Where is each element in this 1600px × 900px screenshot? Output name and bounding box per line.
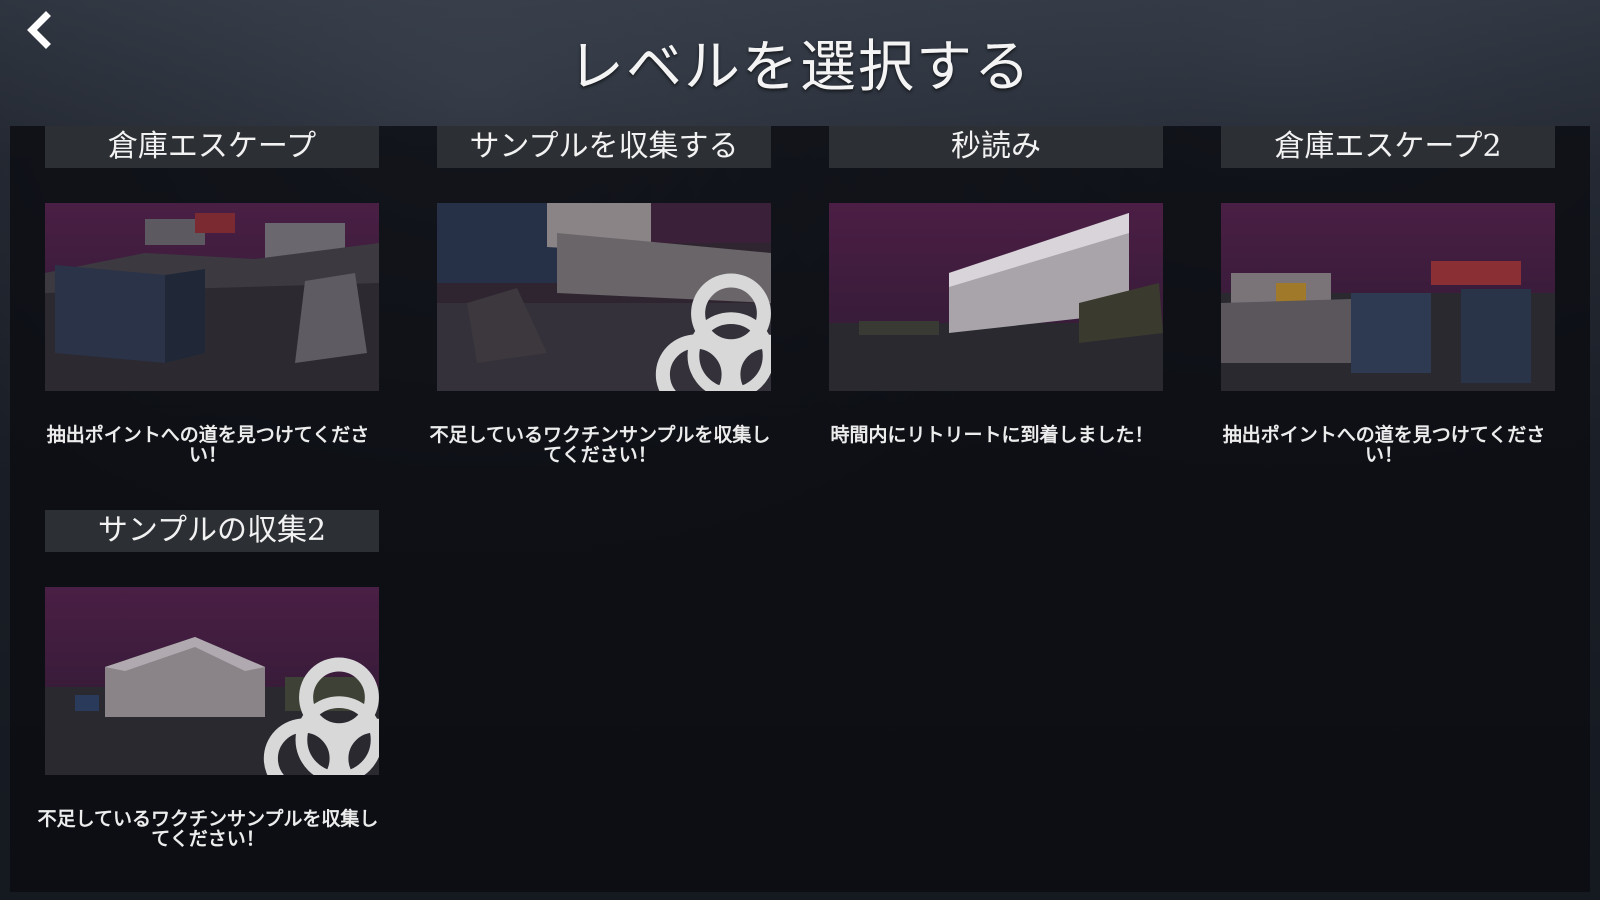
level-thumbnail xyxy=(829,203,1163,391)
level-card-collect-samples-2[interactable]: サンプルの収集2 不足しているワクチンサンプルを収集してください！ xyxy=(32,510,384,849)
level-card-warehouse-escape-2[interactable]: 倉庫エスケープ2 抽出ポイントへの道を見つけてください！ xyxy=(1208,126,1560,465)
level-select-screen: レベルを選択する 倉庫エスケープ 抽出ポイントへの道を見つけてください！ サンプ… xyxy=(0,0,1600,900)
level-thumbnail xyxy=(45,587,379,775)
level-title: 倉庫エスケープ2 xyxy=(1221,126,1555,168)
level-title: サンプルの収集2 xyxy=(45,510,379,552)
level-title: サンプルを収集する xyxy=(437,126,771,168)
level-grid-panel: 倉庫エスケープ 抽出ポイントへの道を見つけてください！ サンプルを収集する 不足… xyxy=(10,126,1590,892)
level-card-collect-samples[interactable]: サンプルを収集する 不足しているワクチンサンプルを収集してください！ xyxy=(424,126,776,465)
level-description: 不足しているワクチンサンプルを収集してください！ xyxy=(37,808,379,850)
level-thumbnail xyxy=(437,203,771,391)
level-thumbnail xyxy=(1221,203,1555,391)
level-description: 抽出ポイントへの道を見つけてください！ xyxy=(46,424,370,466)
level-card-countdown[interactable]: 秒読み 時間内にリトリートに到着しました！ xyxy=(816,126,1168,445)
level-title: 倉庫エスケープ xyxy=(45,126,379,168)
page-title: レベルを選択する xyxy=(568,35,1032,100)
biohazard-icon xyxy=(263,657,379,775)
level-description: 抽出ポイントへの道を見つけてください！ xyxy=(1222,424,1546,466)
level-description: 時間内にリトリートに到着しました！ xyxy=(830,424,1154,446)
level-title: 秒読み xyxy=(829,126,1163,168)
level-thumbnail xyxy=(45,203,379,391)
biohazard-icon xyxy=(655,273,771,391)
level-card-warehouse-escape[interactable]: 倉庫エスケープ 抽出ポイントへの道を見つけてください！ xyxy=(32,126,384,465)
level-description: 不足しているワクチンサンプルを収集してください！ xyxy=(429,424,771,466)
